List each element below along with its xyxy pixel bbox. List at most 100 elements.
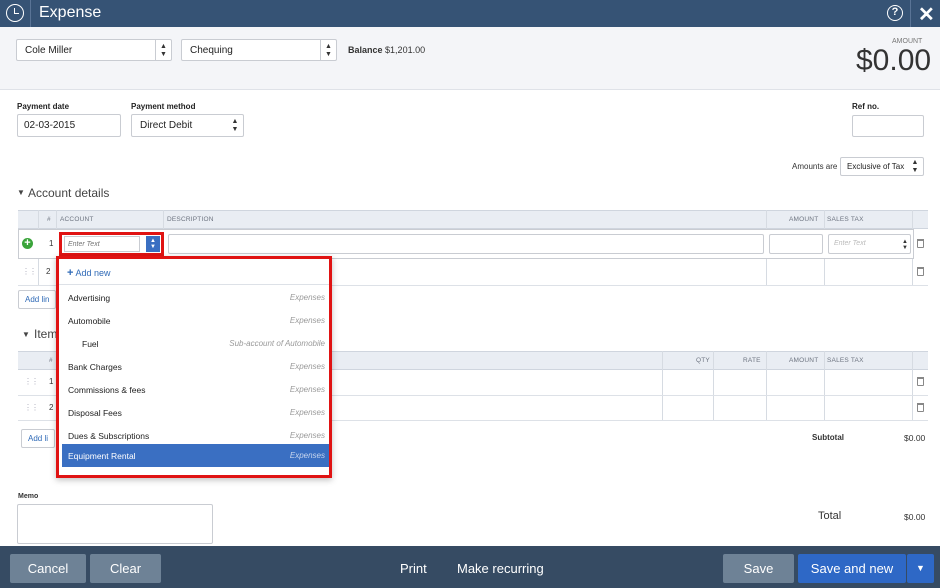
- subtotal-label: Subtotal: [812, 433, 844, 442]
- account-option-name: Disposal Fees: [68, 408, 122, 418]
- payee-select[interactable]: Cole Miller ▲ ▼: [16, 39, 172, 61]
- plus-icon: +: [67, 267, 74, 279]
- col-header-rate: RATE: [743, 357, 761, 364]
- add-row-icon[interactable]: +: [22, 238, 33, 249]
- ref-no-label: Ref no.: [852, 102, 880, 111]
- account-option-name: Commissions & fees: [68, 385, 146, 395]
- help-icon[interactable]: ?: [887, 5, 903, 21]
- footer-bar: Cancel Clear Print Make recurring Save S…: [0, 546, 940, 588]
- make-recurring-link[interactable]: Make recurring: [457, 561, 544, 576]
- trash-icon[interactable]: [917, 267, 924, 276]
- account-details-title[interactable]: Account details: [28, 186, 109, 200]
- payment-date-field[interactable]: 02-03-2015: [17, 114, 121, 137]
- print-link[interactable]: Print: [400, 561, 427, 576]
- sales-tax-placeholder: Enter Text: [834, 240, 866, 247]
- account-option[interactable]: Insurance Expenses: [62, 468, 329, 478]
- payment-method-select[interactable]: Direct Debit ▲ ▼: [131, 114, 244, 137]
- add-lines-button[interactable]: Add lin: [18, 290, 57, 309]
- trash-icon[interactable]: [917, 239, 924, 248]
- account-select[interactable]: Chequing ▲ ▼: [181, 39, 337, 61]
- col-header-num: #: [47, 216, 51, 223]
- amount-value: $0.00: [856, 44, 932, 77]
- amounts-are-label: Amounts are: [792, 162, 838, 171]
- account-option-type: Expenses: [289, 385, 325, 394]
- col-header-sales-tax: SALES TAX: [827, 357, 864, 364]
- chevron-updown-icon: ▲ ▼: [902, 239, 908, 251]
- row-number: 1: [49, 239, 54, 248]
- chevron-updown-icon: ▲ ▼: [320, 40, 336, 60]
- divider: [766, 351, 767, 421]
- col-header-description: DESCRIPTION: [167, 216, 214, 223]
- account-option-type: Sub-account of Automobile: [229, 339, 325, 348]
- save-and-new-button[interactable]: Save and new: [798, 554, 906, 583]
- account-option[interactable]: Fuel Sub-account of Automobile: [62, 332, 329, 355]
- balance: Balance $1,201.00: [348, 45, 425, 55]
- save-button[interactable]: Save: [723, 554, 794, 583]
- row-number: 2: [46, 267, 51, 276]
- total-value: $0.00: [904, 512, 926, 522]
- cancel-button[interactable]: Cancel: [10, 554, 86, 583]
- chevron-updown-icon: ▲ ▼: [911, 159, 919, 174]
- account-option-name: Automobile: [68, 316, 111, 326]
- chevron-down-icon[interactable]: ▼: [907, 554, 934, 583]
- divider: [59, 284, 329, 285]
- subtotal-value: $0.00: [904, 433, 926, 443]
- add-new-option[interactable]: + Add new: [67, 267, 110, 279]
- account-input[interactable]: [64, 236, 140, 252]
- account-option[interactable]: Advertising Expenses: [62, 286, 329, 309]
- drag-handle-icon[interactable]: ⋮⋮: [22, 267, 37, 276]
- collapse-triangle-icon[interactable]: ▼: [17, 188, 25, 197]
- chevron-updown-icon[interactable]: ▲ ▼: [146, 236, 160, 252]
- account-option-name: Bank Charges: [68, 362, 122, 372]
- collapse-triangle-icon[interactable]: ▼: [22, 330, 30, 339]
- chevron-updown-icon: ▲ ▼: [231, 118, 239, 133]
- col-header-sales-tax: SALES TAX: [827, 216, 864, 223]
- drag-handle-icon[interactable]: ⋮⋮: [24, 377, 39, 386]
- page-title: Expense: [39, 4, 102, 21]
- amounts-are-select[interactable]: Exclusive of Tax ▲ ▼: [840, 157, 924, 176]
- payment-date-label: Payment date: [17, 102, 70, 111]
- account-combobox[interactable]: ▲▼: [59, 232, 164, 256]
- balance-label: Balance: [348, 45, 383, 55]
- memo-label: Memo: [18, 493, 39, 500]
- divider: [910, 0, 911, 27]
- amount-input[interactable]: [769, 234, 823, 254]
- account-option-name: Advertising: [68, 293, 111, 303]
- account-dropdown: + Add new Advertising Expenses Automobile E…: [56, 256, 332, 478]
- account-option-type: Expenses: [289, 293, 325, 302]
- add-new-label: Add new: [75, 268, 111, 278]
- col-header-num: #: [49, 357, 53, 364]
- trash-icon[interactable]: [917, 377, 924, 386]
- col-header-amount: AMOUNT: [789, 216, 819, 223]
- clock-history-icon[interactable]: [6, 4, 24, 22]
- amounts-are-value: Exclusive of Tax: [847, 162, 905, 171]
- item-details-title[interactable]: Item: [34, 327, 57, 341]
- trash-icon[interactable]: [917, 403, 924, 412]
- sales-tax-select[interactable]: Enter Text ▲ ▼: [828, 234, 911, 254]
- account-option[interactable]: Bank Charges Expenses: [62, 355, 329, 378]
- close-icon[interactable]: ✕: [918, 2, 935, 27]
- memo-field[interactable]: [17, 504, 213, 544]
- divider: [662, 351, 663, 421]
- description-input[interactable]: [168, 234, 764, 254]
- account-option[interactable]: Equipment Rental Expenses: [62, 444, 329, 467]
- account-option-type: Expenses: [289, 408, 325, 417]
- title-bar: Expense ? ✕: [0, 0, 940, 27]
- account-option-name: Equipment Rental: [68, 451, 136, 461]
- account-option[interactable]: Automobile Expenses: [62, 309, 329, 332]
- divider: [912, 351, 913, 421]
- row-number: 1: [49, 377, 54, 386]
- col-header-amount: AMOUNT: [789, 357, 819, 364]
- account-option[interactable]: Commissions & fees Expenses: [62, 378, 329, 401]
- total-label: Total: [818, 510, 842, 522]
- payee-value: Cole Miller: [25, 45, 73, 56]
- drag-handle-icon[interactable]: ⋮⋮: [24, 403, 39, 412]
- payment-method-label: Payment method: [131, 102, 196, 111]
- account-table-header: # ACCOUNT DESCRIPTION AMOUNT SALES TAX: [18, 210, 928, 229]
- chevron-updown-icon: ▲ ▼: [155, 40, 171, 60]
- account-option[interactable]: Disposal Fees Expenses: [62, 401, 329, 424]
- ref-no-field[interactable]: [852, 115, 924, 137]
- account-option-type: Expenses: [290, 475, 325, 478]
- add-lines-button[interactable]: Add li: [21, 429, 56, 448]
- clear-button[interactable]: Clear: [90, 554, 161, 583]
